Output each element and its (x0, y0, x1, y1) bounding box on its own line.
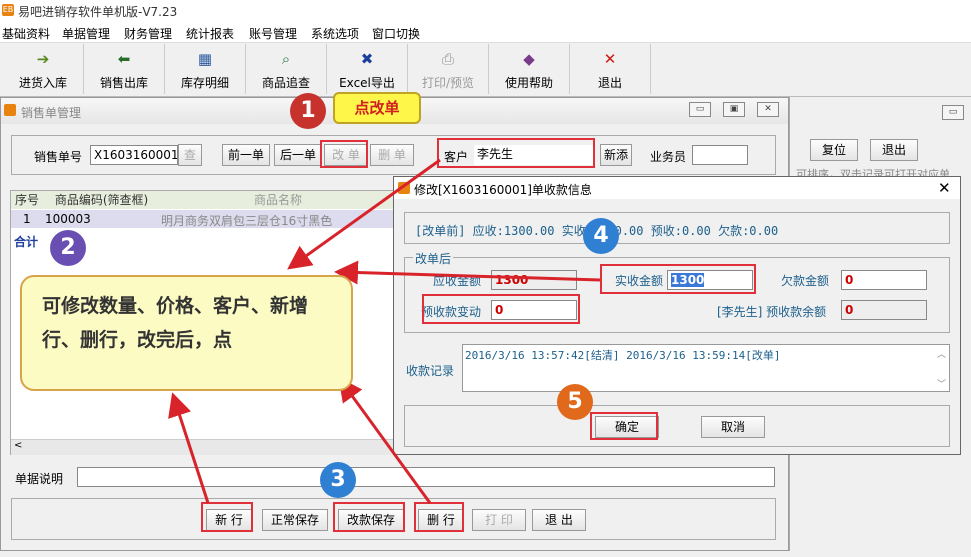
step-5-badge: 5 (557, 384, 593, 420)
step-4-badge: 4 (583, 218, 619, 254)
step-2-badge: 2 (50, 230, 86, 266)
arrow-customer-to-callout (287, 158, 441, 270)
step-3-badge: 3 (320, 462, 356, 498)
step-2-callout: 可修改数量、价格、客户、新增行、删行，改完后，点 (20, 275, 353, 391)
arrow-paid-to-callout (334, 260, 601, 285)
step-1-badge: 1 (290, 93, 326, 129)
step-1-callout: 点改单 (333, 92, 421, 124)
arrow-new-row-to-callout (168, 392, 210, 504)
